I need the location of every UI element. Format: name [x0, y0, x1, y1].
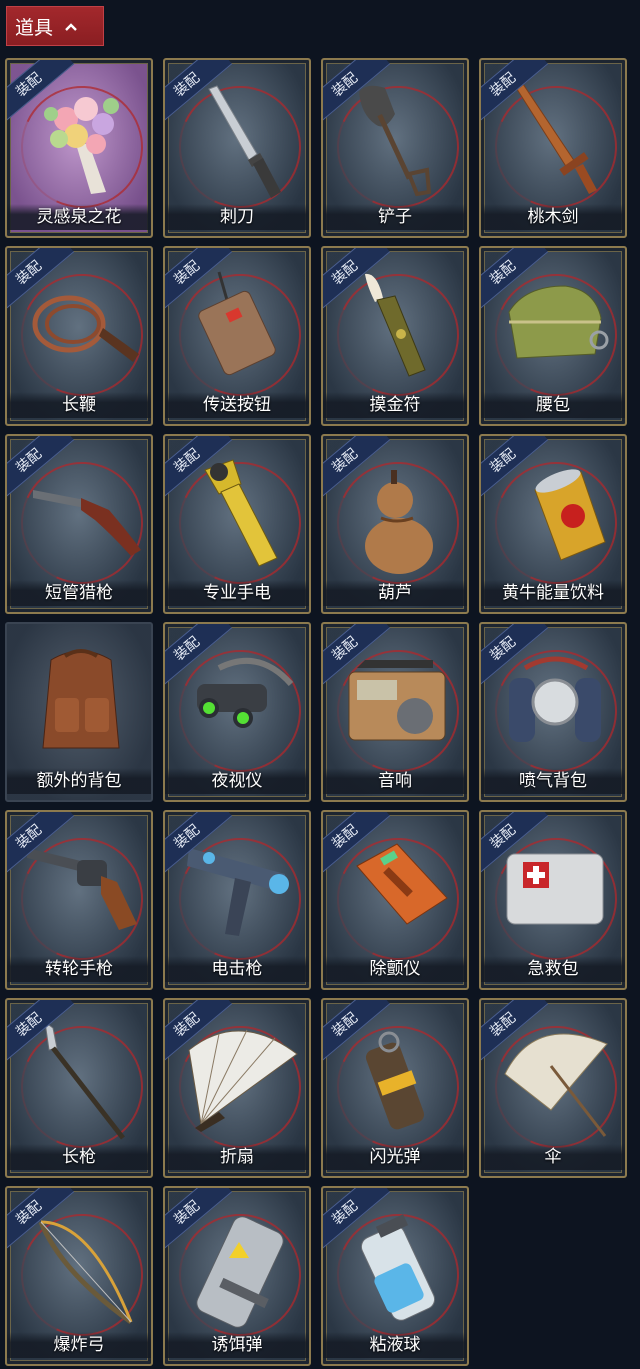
item-name: 喷气背包: [481, 768, 625, 794]
item-name: 长鞭: [7, 392, 151, 418]
item-card[interactable]: 装配 摸金符: [321, 246, 469, 426]
item-card[interactable]: 额外的背包: [5, 622, 153, 802]
item-card[interactable]: 装配 折扇: [163, 998, 311, 1178]
item-name: 夜视仪: [165, 768, 309, 794]
item-card[interactable]: 装配 灵感泉之花: [5, 58, 153, 238]
item-card[interactable]: 装配 急救包: [479, 810, 627, 990]
item-card[interactable]: 装配 传送按钮: [163, 246, 311, 426]
item-name: 摸金符: [323, 392, 467, 418]
item-name: 爆炸弓: [7, 1332, 151, 1358]
item-card[interactable]: 装配 伞: [479, 998, 627, 1178]
item-grid: 装配 灵感泉之花 装配 刺刀 装配 铲子 装配 桃木剑 装配 长鞭 装配 传送按…: [5, 58, 627, 1366]
item-name: 铲子: [323, 204, 467, 230]
item-card[interactable]: 装配 喷气背包: [479, 622, 627, 802]
item-name: 闪光弹: [323, 1144, 467, 1170]
item-name: 葫芦: [323, 580, 467, 606]
item-card[interactable]: 装配 专业手电: [163, 434, 311, 614]
chevron-up-icon: [63, 18, 79, 34]
item-name: 急救包: [481, 956, 625, 982]
item-card[interactable]: 装配 电击枪: [163, 810, 311, 990]
item-card[interactable]: 装配 桃木剑: [479, 58, 627, 238]
item-name: 电击枪: [165, 956, 309, 982]
item-name: 粘液球: [323, 1332, 467, 1358]
item-card[interactable]: 装配 刺刀: [163, 58, 311, 238]
item-name: 黄牛能量饮料: [481, 580, 625, 606]
item-card[interactable]: 装配 长鞭: [5, 246, 153, 426]
item-name: 转轮手枪: [7, 956, 151, 982]
item-name: 诱饵弹: [165, 1332, 309, 1358]
item-card[interactable]: 装配 音响: [321, 622, 469, 802]
item-name: 短管猎枪: [7, 580, 151, 606]
item-name: 灵感泉之花: [7, 204, 151, 230]
item-name: 长枪: [7, 1144, 151, 1170]
item-card[interactable]: 装配 长枪: [5, 998, 153, 1178]
item-name: 额外的背包: [7, 768, 151, 794]
item-name: 折扇: [165, 1144, 309, 1170]
item-card[interactable]: 装配 转轮手枪: [5, 810, 153, 990]
item-card[interactable]: 装配 腰包: [479, 246, 627, 426]
item-card[interactable]: 装配 诱饵弹: [163, 1186, 311, 1366]
item-name: 桃木剑: [481, 204, 625, 230]
item-card[interactable]: 装配 葫芦: [321, 434, 469, 614]
item-name: 腰包: [481, 392, 625, 418]
item-name: 音响: [323, 768, 467, 794]
item-name: 伞: [481, 1144, 625, 1170]
item-card[interactable]: 装配 粘液球: [321, 1186, 469, 1366]
item-card[interactable]: 装配 铲子: [321, 58, 469, 238]
item-name: 专业手电: [165, 580, 309, 606]
item-card[interactable]: 装配 除颤仪: [321, 810, 469, 990]
item-card[interactable]: 装配 黄牛能量饮料: [479, 434, 627, 614]
backpack-icon: [42, 649, 120, 749]
item-card[interactable]: 装配 爆炸弓: [5, 1186, 153, 1366]
item-card[interactable]: 装配 夜视仪: [163, 622, 311, 802]
item-card[interactable]: 装配 闪光弹: [321, 998, 469, 1178]
item-card[interactable]: 装配 短管猎枪: [5, 434, 153, 614]
section-title: 道具: [15, 16, 54, 39]
section-header-items[interactable]: 道具: [6, 6, 104, 46]
item-name: 传送按钮: [165, 392, 309, 418]
item-name: 刺刀: [165, 204, 309, 230]
item-name: 除颤仪: [323, 956, 467, 982]
